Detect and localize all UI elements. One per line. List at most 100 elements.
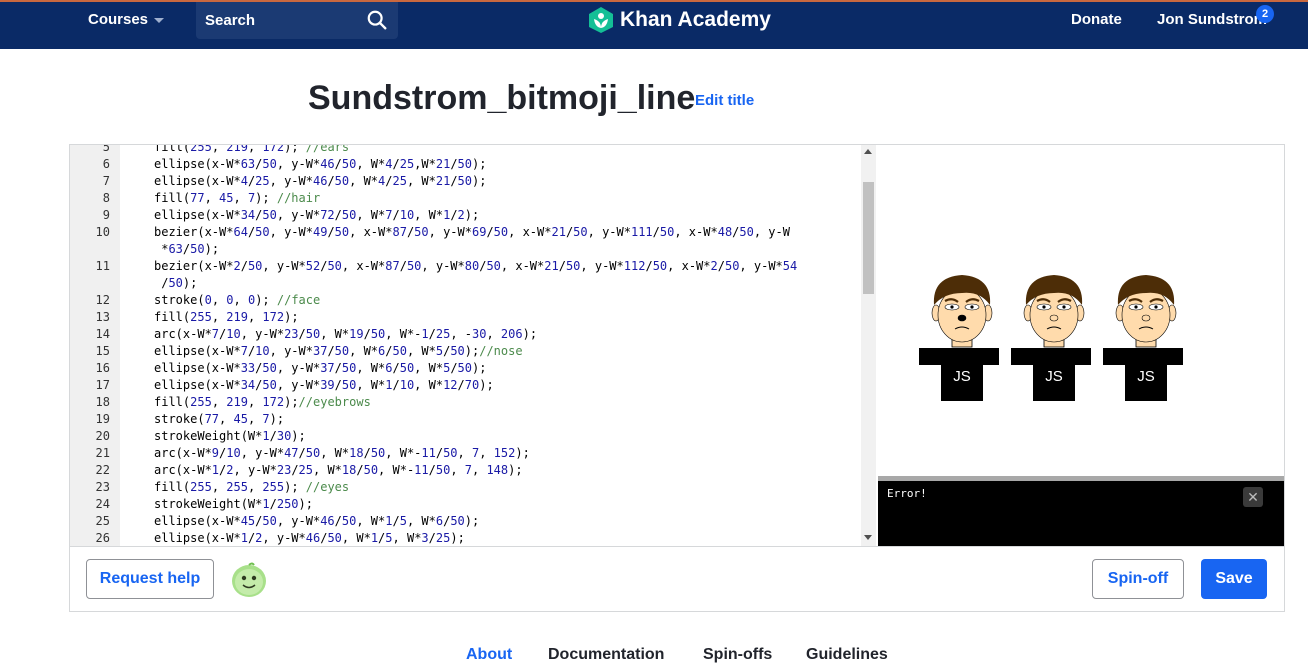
tab-spin-offs[interactable]: Spin-offs xyxy=(703,646,772,664)
code-area[interactable]: 5 fill(255, 219, 172); //ears 6 ellipse(x-W… xyxy=(70,145,860,546)
line-number: 14 xyxy=(95,327,110,341)
code-comment: //nose xyxy=(479,344,523,358)
scroll-down-arrow-icon[interactable] xyxy=(864,535,872,540)
code-text: ellipse(x-W*7/10, y-W*37/50, W*6/50, W*5… xyxy=(110,343,523,360)
code-line[interactable]: 16 ellipse(x-W*33/50, y-W*37/50, W*6/50, … xyxy=(70,360,860,377)
editor-scrollbar[interactable] xyxy=(861,145,876,546)
code-number: 1 xyxy=(370,531,379,545)
line-number: 15 xyxy=(95,344,110,358)
code-comment: //hair xyxy=(276,191,321,205)
code-number: 48 xyxy=(717,225,733,239)
code-text: ellipse(x-W*34/50, y-W*39/50, W*1/10, W*… xyxy=(110,377,494,394)
spin-off-button[interactable]: Spin-off xyxy=(1092,559,1184,599)
code-token: , y-W* xyxy=(276,157,321,171)
tab-documentation[interactable]: Documentation xyxy=(548,646,664,664)
scroll-thumb[interactable] xyxy=(863,182,874,294)
code-line[interactable]: 19 stroke(77, 45, 7); xyxy=(70,411,860,428)
code-line[interactable]: 20 strokeWeight(W*1/30); xyxy=(70,428,860,445)
code-number: 50 xyxy=(659,225,675,239)
code-line[interactable]: 10 bezier(x-W*64/50, y-W*49/50, x-W*87/50… xyxy=(70,224,860,241)
close-icon[interactable]: ✕ xyxy=(1243,487,1263,507)
code-token: , xyxy=(233,293,248,307)
code-token: ); xyxy=(472,174,487,188)
code-number: 34 xyxy=(240,378,256,392)
code-editor[interactable]: 5 fill(255, 219, 172); //ears 6 ellipse(x-W… xyxy=(70,145,877,546)
notification-badge[interactable]: 2 xyxy=(1256,5,1274,23)
code-token: , W* xyxy=(406,344,436,358)
code-token: arc(x-W* xyxy=(154,327,212,341)
code-line[interactable]: *63/50); xyxy=(70,241,860,258)
edit-title-link[interactable]: Edit title xyxy=(695,92,754,109)
code-number: 37 xyxy=(312,344,328,358)
khan-academy-logo[interactable]: Khan Academy xyxy=(588,6,771,34)
code-token: , W* xyxy=(356,361,386,375)
code-line[interactable]: 13 fill(255, 219, 172); xyxy=(70,309,860,326)
code-number: 148 xyxy=(486,463,509,477)
code-token: ); xyxy=(472,361,487,375)
tab-guidelines[interactable]: Guidelines xyxy=(806,646,888,664)
code-number: 50 xyxy=(305,327,321,341)
line-number: 12 xyxy=(95,293,110,307)
code-line[interactable]: 8 fill(77, 45, 7); //hair xyxy=(70,190,860,207)
code-number: 250 xyxy=(276,497,299,511)
code-line[interactable]: 24 strokeWeight(W*1/250); xyxy=(70,496,860,513)
code-token: , x-W* xyxy=(667,259,711,273)
code-token: ); xyxy=(291,429,306,443)
code-number: 50 xyxy=(334,344,350,358)
code-token: , xyxy=(247,395,263,409)
code-number: 111 xyxy=(630,225,653,239)
donate-link[interactable]: Donate xyxy=(1071,11,1122,28)
code-line[interactable]: 12 stroke(0, 0, 0); //face xyxy=(70,292,860,309)
code-token: / xyxy=(356,463,364,477)
avatar[interactable] xyxy=(230,562,268,598)
code-number: 50 xyxy=(262,361,277,375)
scroll-up-arrow-icon[interactable] xyxy=(864,149,872,154)
code-line[interactable]: 15 ellipse(x-W*7/10, y-W*37/50, W*6/50, W… xyxy=(70,343,860,360)
code-token: / xyxy=(392,514,400,528)
code-text: arc(x-W*7/10, y-W*23/50, W*19/50, W*-1/2… xyxy=(110,326,537,343)
code-number: 50 xyxy=(573,225,588,239)
courses-menu[interactable]: Courses xyxy=(88,11,165,28)
code-number: 50 xyxy=(486,259,501,273)
code-line[interactable]: /50); xyxy=(70,275,860,292)
code-line[interactable]: 17 ellipse(x-W*34/50, y-W*39/50, W*1/10, … xyxy=(70,377,860,394)
code-token: , xyxy=(247,310,263,324)
code-line[interactable]: 9 ellipse(x-W*34/50, y-W*72/50, W*7/10, W… xyxy=(70,207,860,224)
request-help-button[interactable]: Request help xyxy=(86,559,214,599)
code-text: ellipse(x-W*33/50, y-W*37/50, W*6/50, W*… xyxy=(110,360,486,377)
code-token: / xyxy=(269,497,277,511)
code-line[interactable]: 7 ellipse(x-W*4/25, y-W*46/50, W*4/25, W*… xyxy=(70,173,860,190)
code-number: 50 xyxy=(262,157,277,171)
code-line[interactable]: 25 ellipse(x-W*45/50, y-W*46/50, W*1/5, W… xyxy=(70,513,860,530)
code-line[interactable]: 23 fill(255, 255, 255); //eyes xyxy=(70,479,860,496)
user-menu[interactable]: Jon Sundstrom xyxy=(1157,11,1267,28)
code-line[interactable]: 11 bezier(x-W*2/50, y-W*52/50, x-W*87/50,… xyxy=(70,258,860,275)
code-text: ellipse(x-W*1/2, y-W*46/50, W*1/5, W*3/2… xyxy=(110,530,465,546)
code-number: 255 xyxy=(190,480,212,494)
code-number: 50 xyxy=(168,276,183,290)
code-line[interactable]: 14 arc(x-W*7/10, y-W*23/50, W*19/50, W*-1… xyxy=(70,326,860,343)
code-token: , y-W* xyxy=(276,514,321,528)
code-line[interactable]: 22 arc(x-W*1/2, y-W*23/25, W*18/50, W*-11… xyxy=(70,462,860,479)
code-token: / xyxy=(486,225,494,239)
code-line[interactable]: 5 fill(255, 219, 172); //ears xyxy=(70,145,860,156)
code-token: fill( xyxy=(154,310,191,324)
save-button[interactable]: Save xyxy=(1201,559,1267,599)
code-number: 64 xyxy=(233,225,248,239)
code-line[interactable]: 21 arc(x-W*9/10, y-W*47/50, W*18/50, W*-1… xyxy=(70,445,860,462)
code-token: , W* xyxy=(392,531,422,545)
tab-about[interactable]: About xyxy=(466,646,512,664)
code-token: fill( xyxy=(154,480,191,494)
code-line[interactable]: 6 ellipse(x-W*63/50, y-W*46/50, W*4/25,W*… xyxy=(70,156,860,173)
code-token: , xyxy=(204,191,220,205)
code-line[interactable]: 26 ellipse(x-W*1/2, y-W*46/50, W*1/5, W*3… xyxy=(70,530,860,546)
code-number: 5 xyxy=(385,531,393,545)
output-canvas[interactable]: JS JS JS xyxy=(878,145,1284,476)
pupil xyxy=(950,305,954,309)
code-number: 18 xyxy=(349,446,364,460)
search-icon[interactable] xyxy=(366,9,388,31)
code-number: 50 xyxy=(739,225,754,239)
code-line[interactable]: 18 fill(255, 219, 172);//eyebrows xyxy=(70,394,860,411)
code-token: , y-W* xyxy=(269,174,313,188)
search-box[interactable]: Search xyxy=(196,2,398,39)
